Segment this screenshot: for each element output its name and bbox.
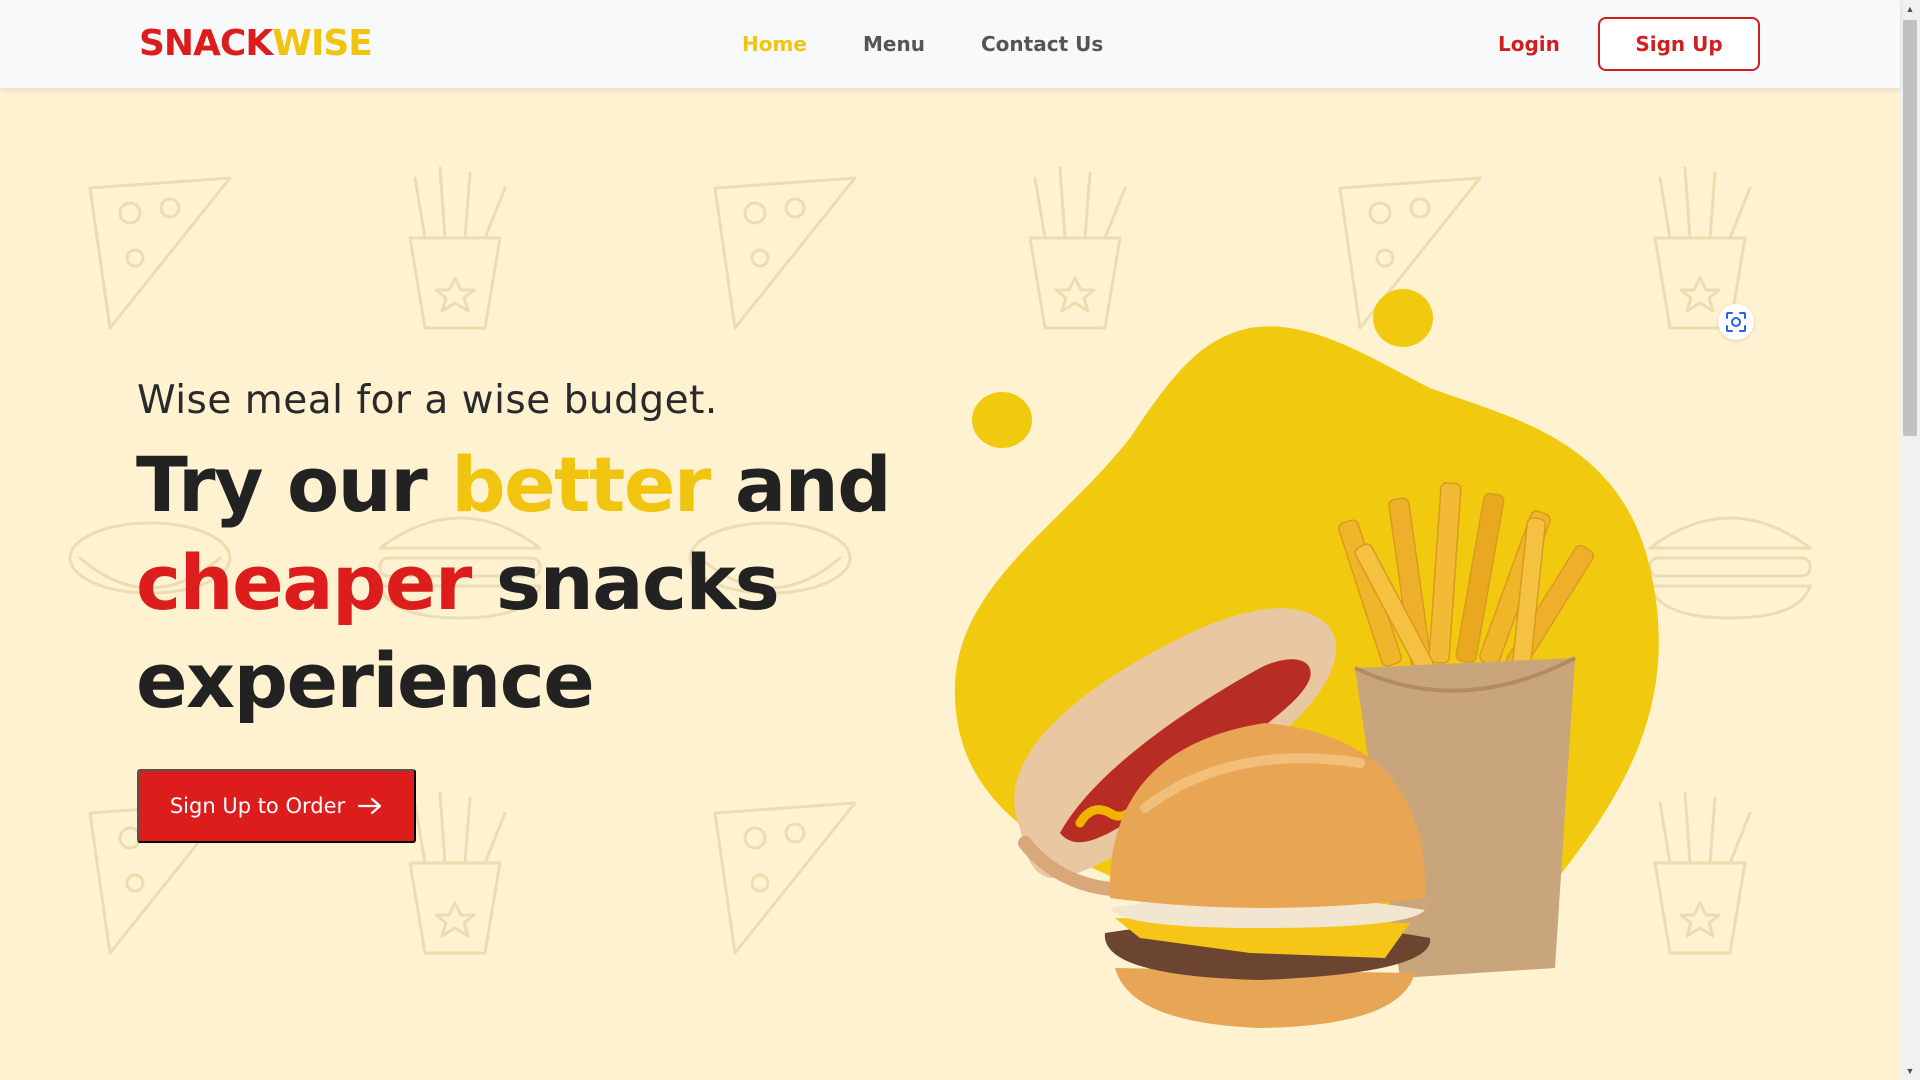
headline-highlight-cheaper: cheaper <box>136 538 472 627</box>
headline-word-6: experience <box>136 636 595 725</box>
login-link[interactable]: Login <box>1498 0 1560 88</box>
brand-logo-part1: SNACK <box>139 23 273 64</box>
headline-word-1: Try our <box>136 440 452 529</box>
cta-label: Sign Up to Order <box>169 794 346 818</box>
nav-contact-link[interactable]: Contact Us <box>981 0 1103 88</box>
hero-tagline: Wise meal for a wise budget. <box>137 378 718 423</box>
scroll-up-arrow-icon[interactable]: ▲ <box>1900 0 1920 18</box>
nav-menu-link[interactable]: Menu <box>863 0 925 88</box>
food-hero-illustration <box>954 289 1659 1028</box>
visual-search-glyph <box>1726 312 1746 332</box>
arrow-right-icon <box>358 797 382 815</box>
scrollbar-thumb[interactable] <box>1903 20 1917 436</box>
headline-word-5: snacks <box>470 538 780 627</box>
yellow-drop-left <box>972 392 1032 448</box>
nav-home-link[interactable]: Home <box>742 0 807 88</box>
signup-button[interactable]: Sign Up <box>1598 17 1760 71</box>
yellow-drop-top <box>1373 289 1433 347</box>
signup-to-order-button[interactable]: Sign Up to Order <box>137 769 416 843</box>
hero-headline: Try our better and cheaper snacks experi… <box>136 436 896 730</box>
site-header: SNACKWISE Home Menu Contact Us Login Sig… <box>0 0 1900 88</box>
brand-logo-part2: WISE <box>272 23 373 64</box>
hero-section: Wise meal for a wise budget. Try our bet… <box>0 88 1900 1080</box>
scroll-down-arrow-icon[interactable]: ▼ <box>1900 1062 1920 1080</box>
headline-highlight-better: better <box>451 440 711 529</box>
brand-logo[interactable]: SNACKWISE <box>139 23 373 65</box>
visual-search-icon[interactable] <box>1718 304 1754 340</box>
headline-word-3: and <box>709 440 892 529</box>
